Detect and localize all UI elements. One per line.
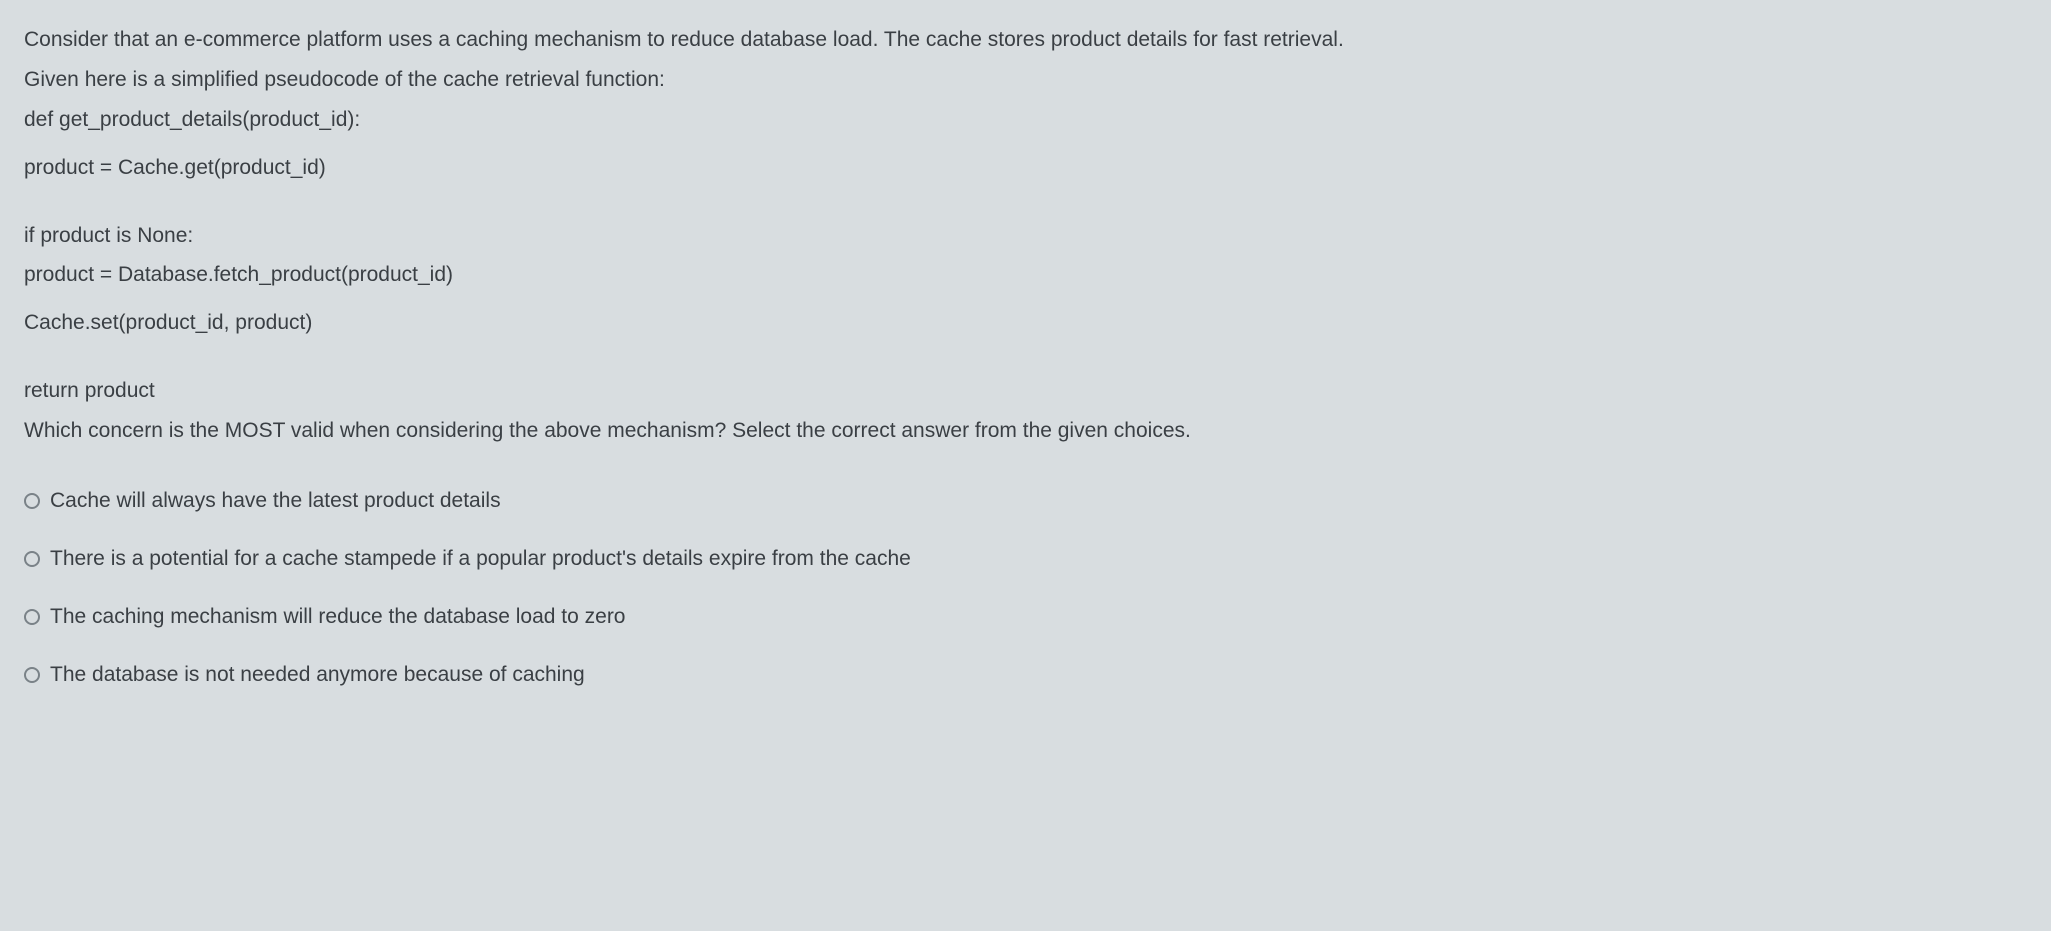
question-prompt-block: return product Which concern is the MOST… — [24, 371, 2027, 451]
code-line-1: def get_product_details(product_id): — [24, 100, 2027, 140]
code-line-2: product = Cache.get(product_id) — [24, 148, 2027, 188]
option-d[interactable]: The database is not needed anymore becau… — [24, 655, 2027, 695]
question-intro-1: Consider that an e-commerce platform use… — [24, 20, 2027, 60]
radio-icon[interactable] — [24, 551, 40, 567]
code-line-4: product = Database.fetch_product(product… — [24, 255, 2027, 295]
radio-icon[interactable] — [24, 609, 40, 625]
radio-icon[interactable] — [24, 493, 40, 509]
code-line-3: if product is None: — [24, 216, 2027, 256]
radio-icon[interactable] — [24, 667, 40, 683]
question-prompt: Which concern is the MOST valid when con… — [24, 411, 2027, 451]
code-block-2: if product is None: product = Database.f… — [24, 216, 2027, 296]
question-text-block: Consider that an e-commerce platform use… — [24, 20, 2027, 140]
option-a-label: Cache will always have the latest produc… — [50, 481, 501, 521]
code-block-3: Cache.set(product_id, product) — [24, 303, 2027, 343]
options-list: Cache will always have the latest produc… — [24, 481, 2027, 695]
code-line-6: return product — [24, 371, 2027, 411]
code-line-5: Cache.set(product_id, product) — [24, 303, 2027, 343]
option-b[interactable]: There is a potential for a cache stamped… — [24, 539, 2027, 579]
option-b-label: There is a potential for a cache stamped… — [50, 539, 911, 579]
question-container: Consider that an e-commerce platform use… — [24, 20, 2027, 695]
option-a[interactable]: Cache will always have the latest produc… — [24, 481, 2027, 521]
option-c[interactable]: The caching mechanism will reduce the da… — [24, 597, 2027, 637]
option-d-label: The database is not needed anymore becau… — [50, 655, 585, 695]
question-intro-2: Given here is a simplified pseudocode of… — [24, 60, 2027, 100]
option-c-label: The caching mechanism will reduce the da… — [50, 597, 626, 637]
code-block-1: product = Cache.get(product_id) — [24, 148, 2027, 188]
